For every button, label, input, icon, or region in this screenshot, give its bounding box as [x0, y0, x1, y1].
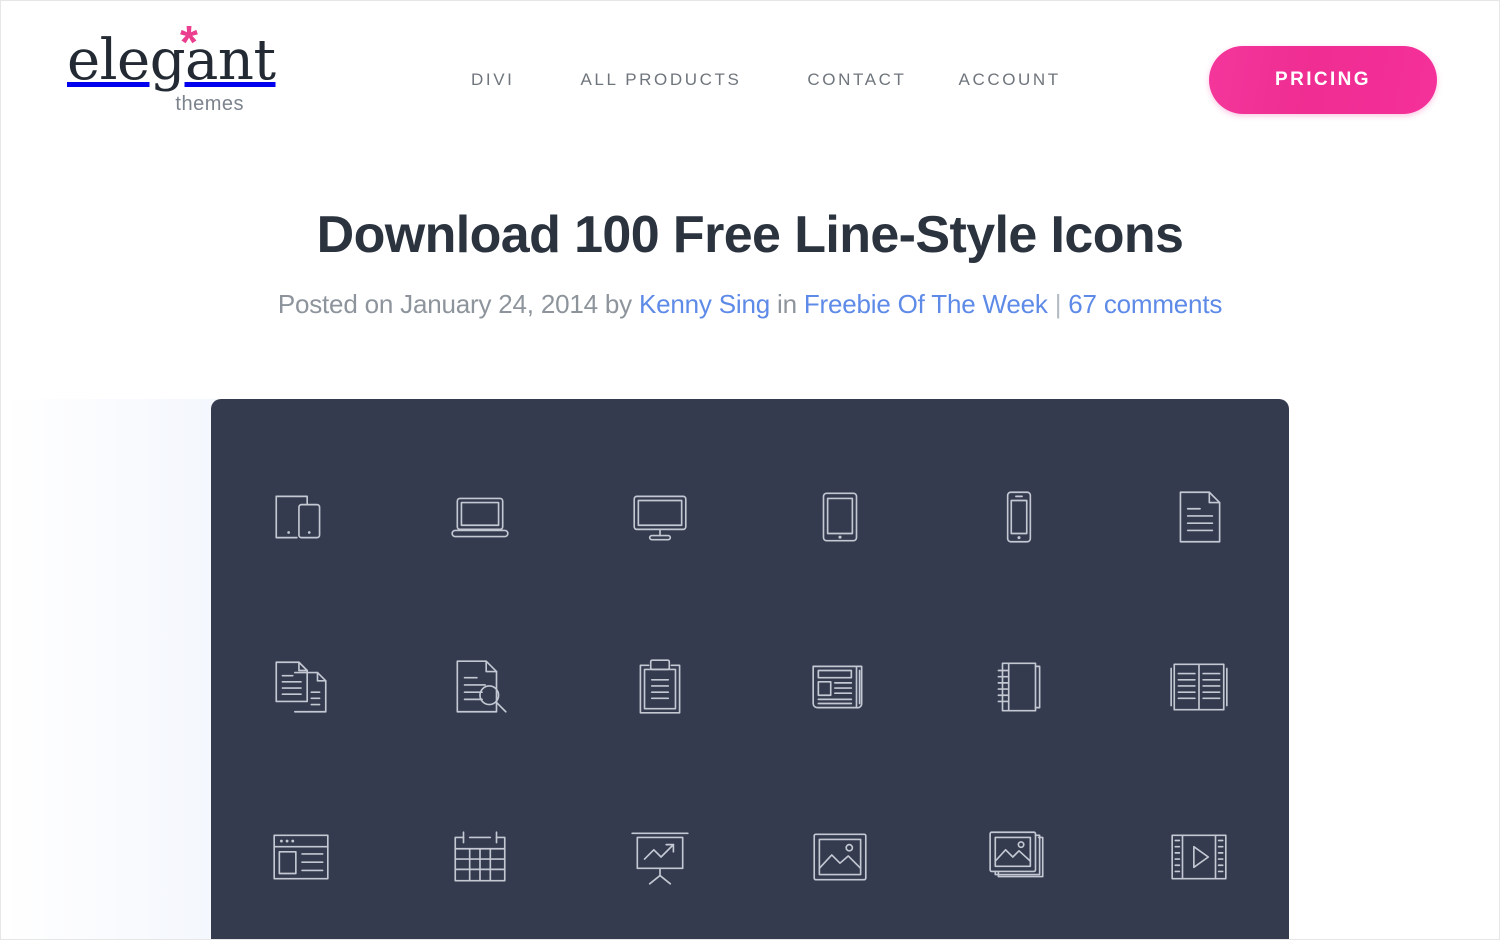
smartphone-icon [973, 471, 1065, 563]
post-category-link[interactable]: Freebie Of The Week [804, 289, 1048, 319]
nav-item-account[interactable]: ACCOUNT [959, 60, 1061, 100]
newspaper-icon [794, 641, 886, 733]
page-title: Download 100 Free Line-Style Icons [316, 206, 1184, 264]
in-text: in [769, 289, 804, 319]
copy-documents-icon [255, 641, 347, 733]
logo-subtext: themes [175, 93, 244, 115]
calendar-icon [434, 811, 526, 903]
clipboard-icon [614, 641, 706, 733]
open-book-icon [1153, 641, 1245, 733]
document-icon [1153, 471, 1245, 563]
desktop-monitor-icon [614, 471, 706, 563]
page-frame: elegant * themes DIVI ALL PRODUCTS CONTA… [0, 0, 1500, 940]
featured-image-area [1, 399, 1499, 939]
site-logo[interactable]: elegant * themes [67, 19, 276, 123]
post-comments-link[interactable]: 67 comments [1068, 289, 1222, 319]
main-navigation: DIVI ALL PRODUCTS CONTACT ACCOUNT [471, 1, 1061, 159]
nav-item-all-products[interactable]: ALL PRODUCTS [580, 60, 741, 100]
spiral-notebook-icon [973, 641, 1065, 733]
asterisk-icon: * [180, 16, 198, 68]
featured-image-panel [211, 399, 1289, 939]
logo-wordmark: elegant [67, 28, 276, 93]
article: Download 100 Free Line-Style Icons Poste… [1, 159, 1499, 321]
nav-item-contact[interactable]: CONTACT [807, 60, 906, 100]
post-meta: Posted on January 24, 2014 by Kenny Sing… [1, 287, 1499, 321]
document-search-icon [434, 641, 526, 733]
laptop-icon [434, 471, 526, 563]
image-gallery-icon [973, 811, 1065, 903]
pricing-button[interactable]: PRICING [1209, 46, 1437, 114]
nav-item-divi[interactable]: DIVI [471, 60, 514, 100]
site-header: elegant * themes DIVI ALL PRODUCTS CONTA… [1, 1, 1499, 159]
image-icon [794, 811, 886, 903]
presentation-chart-icon [614, 811, 706, 903]
film-video-icon [1153, 811, 1245, 903]
icon-grid [211, 471, 1289, 903]
tablet-icon [794, 471, 886, 563]
post-date: January 24, 2014 [400, 289, 598, 319]
meta-separator: | [1047, 289, 1069, 319]
posted-prefix: Posted on [277, 289, 401, 319]
devices-tablet-phone-icon [255, 471, 347, 563]
by-text: by [597, 289, 639, 319]
post-author-link[interactable]: Kenny Sing [639, 289, 770, 319]
browser-window-icon [255, 811, 347, 903]
